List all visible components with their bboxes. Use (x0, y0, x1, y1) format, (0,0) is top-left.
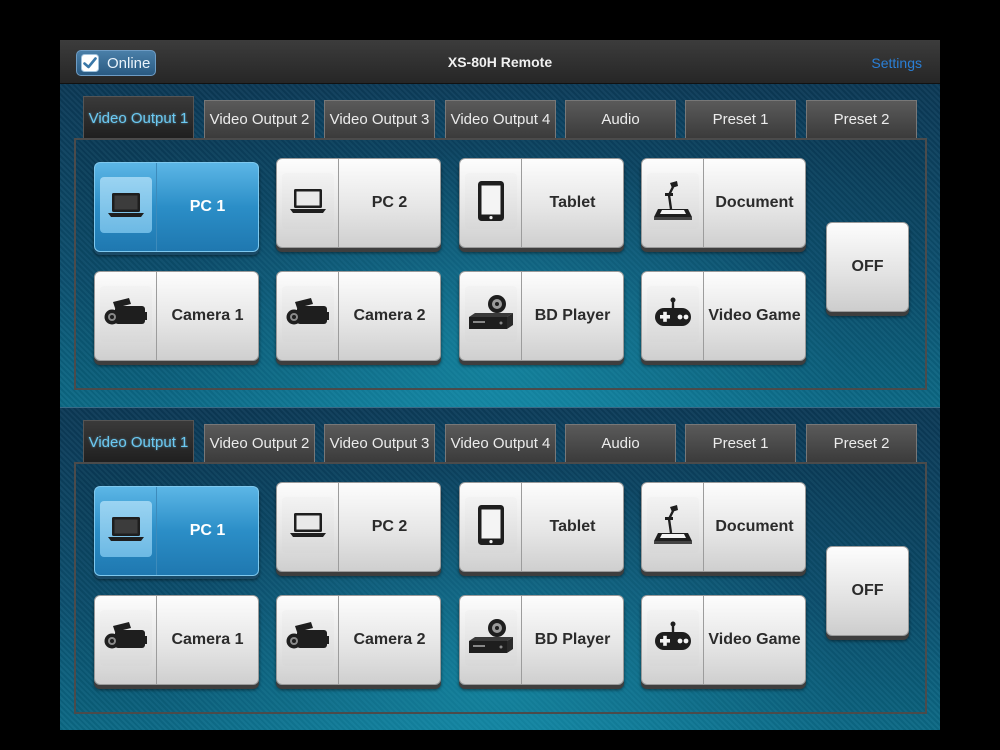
tab-video-output-4[interactable]: Video Output 4 (445, 100, 556, 138)
tab-audio[interactable]: Audio (565, 100, 676, 138)
laptop-icon (100, 501, 152, 557)
camcorder-icon (282, 286, 334, 342)
off-button[interactable]: OFF (826, 222, 909, 312)
tab-preset-1[interactable]: Preset 1 (685, 424, 796, 462)
output-panel-2: Video Output 1 Video Output 2 Video Outp… (60, 407, 940, 730)
tablet-icon (465, 497, 517, 553)
laptop-icon (282, 497, 334, 553)
source-button-video-game[interactable]: Video Game (641, 595, 806, 685)
app-title: XS-80H Remote (447, 54, 553, 70)
source-button-camera-2[interactable]: Camera 2 (276, 271, 441, 361)
source-grid: PC 1 PC 2 Tablet Document Camera 1 Camer… (74, 138, 927, 390)
source-label: Camera 1 (171, 307, 244, 324)
source-label: PC 2 (371, 518, 408, 535)
source-button-video-game[interactable]: Video Game (641, 271, 806, 361)
camcorder-icon (100, 610, 152, 666)
camcorder-icon (282, 610, 334, 666)
source-label: Video Game (708, 307, 801, 324)
off-button[interactable]: OFF (826, 546, 909, 636)
tab-video-output-1[interactable]: Video Output 1 (83, 420, 194, 463)
source-label: Document (715, 518, 794, 535)
source-button-tablet[interactable]: Tablet (459, 158, 624, 248)
source-label: Video Game (708, 631, 801, 648)
source-label: PC 1 (189, 198, 226, 215)
laptop-icon (282, 173, 334, 229)
source-label: Camera 2 (353, 631, 426, 648)
tab-audio[interactable]: Audio (565, 424, 676, 462)
source-label: BD Player (534, 307, 611, 324)
source-label: Tablet (549, 518, 596, 535)
source-button-document[interactable]: Document (641, 482, 806, 572)
source-button-pc-1[interactable]: PC 1 (94, 486, 259, 576)
app-window: Online XS-80H Remote Settings Video Outp… (60, 40, 940, 730)
tab-video-output-3[interactable]: Video Output 3 (324, 100, 435, 138)
source-button-bd-player[interactable]: BD Player (459, 595, 624, 685)
source-button-tablet[interactable]: Tablet (459, 482, 624, 572)
bd-player-icon (465, 610, 517, 666)
gamepad-icon (647, 610, 699, 666)
title-bar: Online XS-80H Remote Settings (60, 40, 940, 84)
tab-preset-2[interactable]: Preset 2 (806, 424, 917, 462)
output-panel-1: Video Output 1 Video Output 2 Video Outp… (60, 84, 940, 409)
tab-video-output-2[interactable]: Video Output 2 (204, 100, 315, 138)
camcorder-icon (100, 286, 152, 342)
source-button-camera-1[interactable]: Camera 1 (94, 271, 259, 361)
source-label: Document (715, 194, 794, 211)
source-label: BD Player (534, 631, 611, 648)
source-grid: PC 1 PC 2 Tablet Document Camera 1 Camer… (74, 462, 927, 714)
source-label: Camera 1 (171, 631, 244, 648)
tab-video-output-4[interactable]: Video Output 4 (445, 424, 556, 462)
source-label: Tablet (549, 194, 596, 211)
bd-player-icon (465, 286, 517, 342)
source-button-pc-2[interactable]: PC 2 (276, 158, 441, 248)
document-camera-icon (647, 497, 699, 553)
document-camera-icon (647, 173, 699, 229)
source-button-document[interactable]: Document (641, 158, 806, 248)
source-button-camera-1[interactable]: Camera 1 (94, 595, 259, 685)
laptop-icon (100, 177, 152, 233)
settings-link[interactable]: Settings (871, 55, 922, 71)
tab-preset-2[interactable]: Preset 2 (806, 100, 917, 138)
source-button-bd-player[interactable]: BD Player (459, 271, 624, 361)
source-label: PC 1 (189, 522, 226, 539)
source-button-camera-2[interactable]: Camera 2 (276, 595, 441, 685)
tab-preset-1[interactable]: Preset 1 (685, 100, 796, 138)
gamepad-icon (647, 286, 699, 342)
tab-video-output-2[interactable]: Video Output 2 (204, 424, 315, 462)
source-label: Camera 2 (353, 307, 426, 324)
tab-video-output-3[interactable]: Video Output 3 (324, 424, 435, 462)
source-label: PC 2 (371, 194, 408, 211)
tablet-icon (465, 173, 517, 229)
tab-video-output-1[interactable]: Video Output 1 (83, 96, 194, 139)
source-button-pc-1[interactable]: PC 1 (94, 162, 259, 252)
source-button-pc-2[interactable]: PC 2 (276, 482, 441, 572)
